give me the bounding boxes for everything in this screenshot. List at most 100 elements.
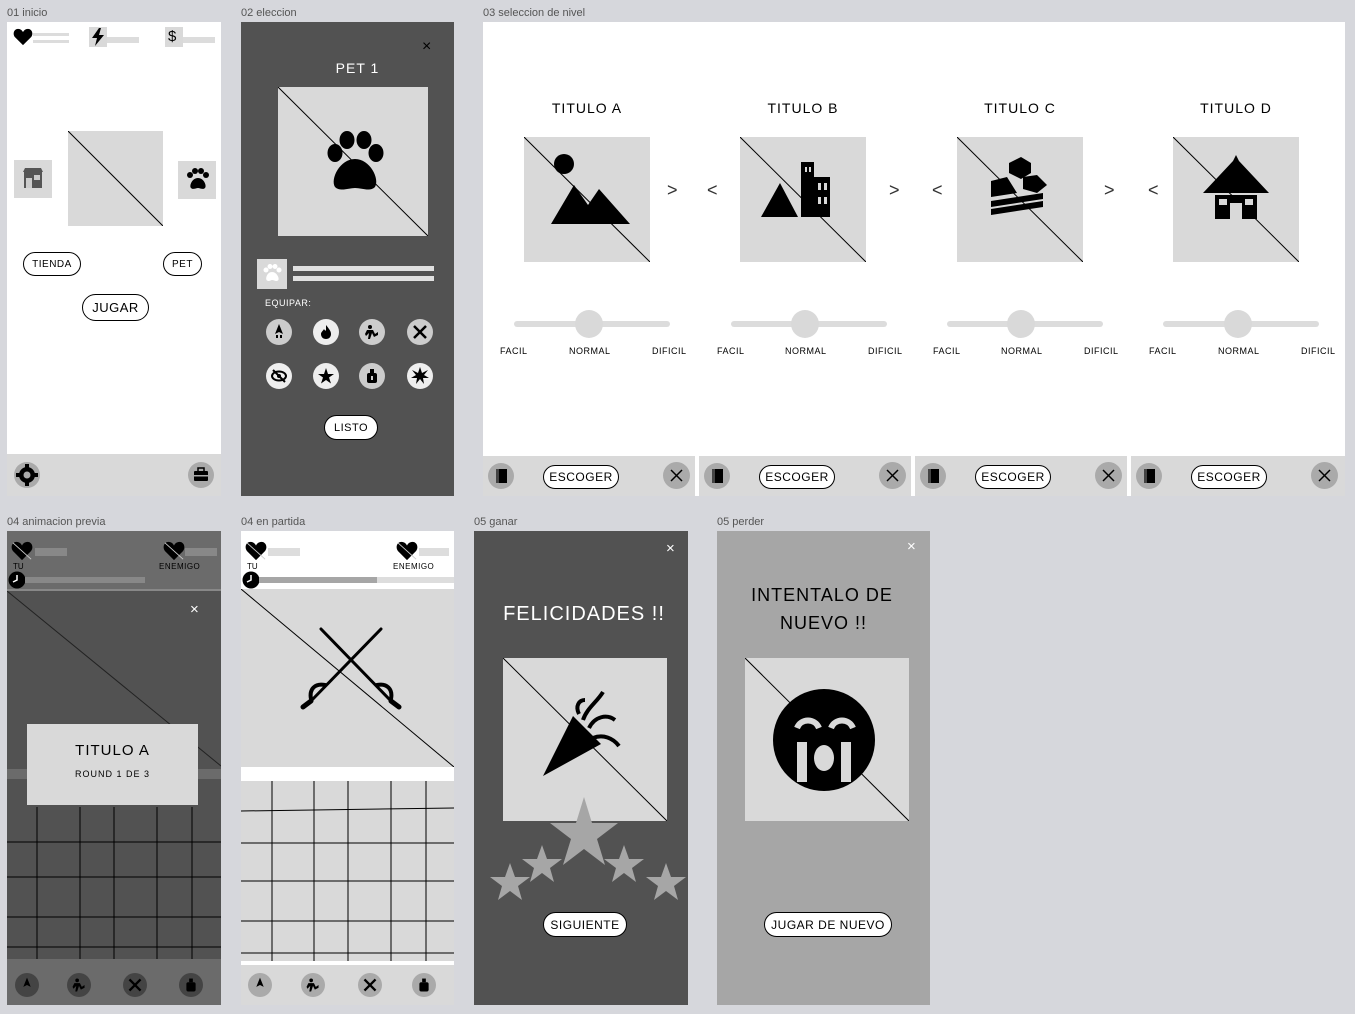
listo-button[interactable]: LISTO (324, 415, 378, 440)
facil-label: FACIL (500, 346, 528, 356)
prev-arrow[interactable]: < (707, 180, 718, 201)
equip-burst-icon[interactable] (407, 363, 433, 389)
equip-potion-icon[interactable] (359, 363, 385, 389)
level-title-c: TITULO C (984, 100, 1056, 116)
level-image-d[interactable] (1173, 137, 1299, 262)
prev-arrow[interactable]: < (1148, 180, 1159, 201)
shop-icon[interactable] (14, 160, 52, 198)
fighter-icon[interactable] (301, 973, 325, 997)
rocket-icon[interactable] (248, 973, 272, 997)
energy-stat (89, 27, 141, 47)
close-icon[interactable] (1311, 462, 1338, 489)
normal-label: NORMAL (569, 346, 611, 356)
book-icon[interactable] (488, 463, 514, 489)
normal-label: NORMAL (785, 346, 827, 356)
pet-info-line (293, 276, 434, 281)
escoger-button[interactable]: ESCOGER (759, 465, 835, 489)
close-icon[interactable]: × (422, 38, 431, 56)
facil-label: FACIL (933, 346, 961, 356)
enemigo-label: ENEMIGO (159, 562, 201, 571)
pet-button[interactable]: PET (163, 252, 202, 276)
swords-icon[interactable] (358, 973, 382, 997)
card-title: TITULO A (75, 742, 150, 759)
frame-label-seleccion: 03 seleccion de nivel (483, 7, 586, 19)
escoger-button[interactable]: ESCOGER (975, 465, 1051, 489)
briefcase-icon[interactable] (187, 461, 215, 489)
tienda-button[interactable]: TIENDA (23, 252, 81, 276)
book-icon[interactable] (920, 463, 946, 489)
level-bottom-bar-c: ESCOGER (915, 456, 1127, 496)
close-icon[interactable] (879, 462, 906, 489)
dificil-label: DIFICIL (1301, 346, 1336, 356)
equip-star-icon[interactable] (313, 363, 339, 389)
fighter-icon[interactable] (67, 973, 91, 997)
stars-icon (490, 797, 686, 900)
clock-icon (242, 571, 260, 589)
next-arrow[interactable]: > (667, 180, 678, 201)
frame-label-eleccion: 02 eleccion (241, 7, 297, 19)
difficulty-thumb-d[interactable] (1224, 310, 1252, 338)
difficulty-thumb-b[interactable] (791, 310, 819, 338)
screen-eleccion: × PET 1 EQUIPAR: LISTO (241, 22, 454, 496)
heart-icon (13, 28, 33, 46)
escoger-button[interactable]: ESCOGER (1191, 465, 1267, 489)
swords-icon[interactable] (123, 973, 147, 997)
level-image-c[interactable] (957, 137, 1083, 262)
escoger-button[interactable]: ESCOGER (543, 465, 619, 489)
jugar-button[interactable]: JUGAR (82, 294, 149, 321)
hut-icon (1203, 155, 1269, 219)
dificil-label: DIFICIL (652, 346, 687, 356)
ability-bar (7, 965, 221, 1005)
landscape-icon (991, 157, 1047, 215)
paw-icon[interactable] (178, 161, 216, 199)
difficulty-thumb-a[interactable] (575, 310, 603, 338)
bottom-bar (7, 454, 221, 496)
round-card: TITULO A ROUND 1 DE 3 (27, 724, 198, 805)
frame-label-ganar: 05 ganar (474, 516, 518, 528)
book-icon[interactable] (704, 463, 730, 489)
close-icon[interactable]: × (190, 601, 199, 618)
prev-arrow[interactable]: < (932, 180, 943, 201)
close-icon[interactable]: × (666, 540, 675, 557)
rocket-icon[interactable] (15, 973, 39, 997)
mountain-icon (551, 154, 630, 224)
equip-fire-icon[interactable] (313, 319, 339, 345)
siguiente-button[interactable]: SIGUIENTE (543, 912, 627, 937)
level-title-d: TITULO D (1200, 100, 1272, 116)
level-title-a: TITULO A (551, 100, 623, 116)
clock-icon (8, 571, 26, 589)
level-title-b: TITULO B (767, 100, 839, 116)
level-bottom-bar-a: ESCOGER (483, 456, 695, 496)
equip-swords-icon[interactable] (407, 319, 433, 345)
potion-icon[interactable] (179, 973, 203, 997)
difficulty-thumb-c[interactable] (1007, 310, 1035, 338)
equip-fighter-icon[interactable] (359, 319, 385, 345)
dificil-label: DIFICIL (1084, 346, 1119, 356)
close-icon[interactable] (1095, 462, 1122, 489)
normal-label: NORMAL (1001, 346, 1043, 356)
close-icon[interactable]: × (907, 538, 916, 555)
next-arrow[interactable]: > (1104, 180, 1115, 201)
money-stat: $ (165, 27, 217, 47)
level-image-b[interactable] (740, 137, 866, 262)
round-text: ROUND 1 DE 3 (74, 769, 150, 779)
enemy-heart-icon (396, 541, 418, 561)
gear-icon[interactable] (13, 461, 41, 489)
close-icon[interactable] (663, 462, 690, 489)
potion-icon[interactable] (412, 973, 436, 997)
lose-title-line1: INTENTALO DE (751, 585, 893, 605)
equip-rocket-icon[interactable] (266, 319, 292, 345)
jugar-de-nuevo-button[interactable]: JUGAR DE NUEVO (764, 912, 892, 937)
screen-perder: × INTENTALO DE NUEVO !! JUGAR DE NUEVO (717, 531, 930, 1005)
win-title: FELICIDADES !! (503, 603, 665, 625)
board-grid (241, 781, 454, 961)
book-icon[interactable] (1136, 463, 1162, 489)
frame-label-inicio: 01 inicio (7, 7, 48, 19)
equip-eye-icon[interactable] (266, 363, 292, 389)
dificil-label: DIFICIL (868, 346, 903, 356)
level-image-a[interactable] (524, 137, 650, 262)
next-arrow[interactable]: > (889, 180, 900, 201)
heart-icon (245, 541, 267, 561)
screen-inicio: $ TIENDA PET JUGAR (7, 22, 221, 496)
pet-thumbnail (257, 259, 287, 289)
